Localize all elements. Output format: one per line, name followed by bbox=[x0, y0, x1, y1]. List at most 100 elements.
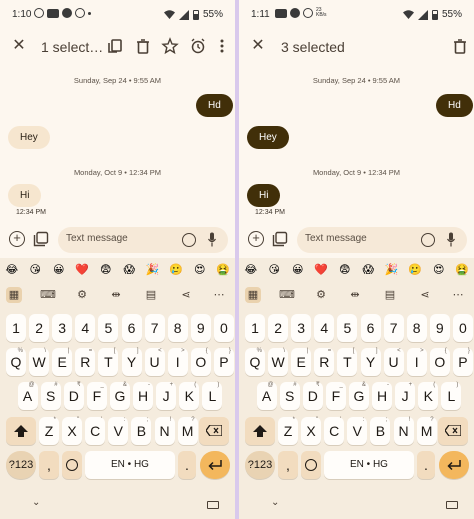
key-u[interactable]: U < bbox=[383, 348, 404, 376]
emoji-suggestion[interactable]: 😨 bbox=[336, 258, 354, 282]
key-o[interactable]: O{ bbox=[429, 348, 450, 376]
key-j[interactable]: J + bbox=[156, 382, 177, 410]
emoji-suggestion[interactable]: 🤮 bbox=[214, 258, 232, 282]
text-message-input[interactable] bbox=[305, 233, 415, 244]
hide-keyboard-chevron-icon[interactable]: ⌄ bbox=[271, 497, 279, 508]
copy-icon[interactable] bbox=[106, 37, 124, 55]
text-message-input[interactable] bbox=[66, 233, 176, 244]
key-j[interactable]: J + bbox=[395, 382, 416, 410]
keyboard-switch-icon[interactable] bbox=[446, 501, 458, 509]
cursor-move-icon[interactable]: ⇹ bbox=[108, 287, 124, 303]
message-bubble-incoming[interactable]: Hi bbox=[8, 184, 42, 207]
emoji-suggestion[interactable]: 🎉 bbox=[144, 258, 162, 282]
backspace-key[interactable] bbox=[438, 417, 468, 445]
key-p[interactable]: P} bbox=[452, 348, 473, 376]
key-v[interactable]: V: bbox=[347, 417, 368, 445]
period-key[interactable]: . bbox=[178, 451, 196, 479]
emoji-suggestion[interactable]: 😘 bbox=[265, 258, 283, 282]
key-t[interactable]: T[ bbox=[98, 348, 119, 376]
key-w[interactable]: W \ bbox=[268, 348, 289, 376]
backspace-key[interactable] bbox=[199, 417, 229, 445]
key-0[interactable]: 0 bbox=[452, 314, 473, 342]
key-b[interactable]: B; bbox=[370, 417, 391, 445]
key-r[interactable]: R = bbox=[314, 348, 335, 376]
gallery-icon[interactable] bbox=[33, 231, 49, 247]
emoji-suggestion[interactable]: 😂 bbox=[242, 258, 260, 282]
key-c[interactable]: C ' bbox=[324, 417, 345, 445]
key-u[interactable]: U < bbox=[144, 348, 165, 376]
key-n[interactable]: N! bbox=[154, 417, 175, 445]
more-options-icon[interactable] bbox=[213, 37, 231, 55]
key-z[interactable]: Z * bbox=[39, 417, 59, 445]
message-bubble-incoming-selected[interactable]: Hey bbox=[247, 126, 289, 149]
settings-gear-icon[interactable]: ⚙ bbox=[74, 287, 90, 303]
key-2[interactable]: 2 bbox=[268, 314, 289, 342]
key-d[interactable]: D ₹ bbox=[302, 382, 323, 410]
emoji-suggestion[interactable]: 🤮 bbox=[453, 258, 471, 282]
key-b[interactable]: B; bbox=[131, 417, 152, 445]
hide-keyboard-chevron-icon[interactable]: ⌄ bbox=[32, 497, 40, 508]
add-attachment-icon[interactable]: + bbox=[9, 231, 25, 247]
key-h[interactable]: H- bbox=[133, 382, 154, 410]
space-key[interactable]: EN • HG bbox=[85, 451, 175, 479]
key-s[interactable]: S # bbox=[279, 382, 300, 410]
key-m[interactable]: M? bbox=[416, 417, 437, 445]
period-key[interactable]: . bbox=[417, 451, 435, 479]
key-p[interactable]: P} bbox=[213, 348, 234, 376]
star-icon[interactable] bbox=[161, 37, 179, 55]
key-e[interactable]: E | bbox=[52, 348, 73, 376]
emoji-suggestion[interactable]: 😱 bbox=[120, 258, 138, 282]
key-l[interactable]: L) bbox=[441, 382, 462, 410]
message-bubble-outgoing[interactable]: Hd bbox=[196, 94, 233, 117]
shift-key[interactable] bbox=[245, 417, 275, 445]
key-z[interactable]: Z * bbox=[278, 417, 298, 445]
clipboard-icon[interactable]: ▤ bbox=[143, 287, 159, 303]
cursor-move-icon[interactable]: ⇹ bbox=[347, 287, 363, 303]
emoji-icon[interactable] bbox=[421, 233, 435, 247]
key-c[interactable]: C ' bbox=[85, 417, 106, 445]
key-8[interactable]: 8 bbox=[406, 314, 427, 342]
key-9[interactable]: 9 bbox=[190, 314, 211, 342]
emoji-suggestion[interactable]: ❤️ bbox=[312, 258, 330, 282]
key-m[interactable]: M? bbox=[177, 417, 198, 445]
key-k[interactable]: K( bbox=[179, 382, 200, 410]
key-n[interactable]: N! bbox=[393, 417, 414, 445]
key-x[interactable]: X " bbox=[62, 417, 83, 445]
key-s[interactable]: S # bbox=[40, 382, 61, 410]
key-1[interactable]: 1 bbox=[245, 314, 265, 342]
space-key[interactable]: EN • HG bbox=[324, 451, 414, 479]
message-bubble-incoming[interactable]: Hey bbox=[8, 126, 50, 149]
snooze-alarm-icon[interactable] bbox=[189, 37, 207, 55]
share-icon[interactable]: ⋖ bbox=[417, 287, 433, 303]
apps-grid-icon[interactable]: ▦ bbox=[245, 287, 261, 303]
settings-gear-icon[interactable]: ⚙ bbox=[313, 287, 329, 303]
key-x[interactable]: X " bbox=[301, 417, 322, 445]
key-y[interactable]: Y] bbox=[360, 348, 381, 376]
key-f[interactable]: F _ bbox=[325, 382, 346, 410]
gallery-icon[interactable] bbox=[272, 231, 288, 247]
more-icon[interactable]: ⋯ bbox=[211, 287, 227, 303]
clipboard-icon[interactable]: ▤ bbox=[382, 287, 398, 303]
key-4[interactable]: 4 bbox=[314, 314, 335, 342]
emoji-suggestion[interactable]: 😍 bbox=[430, 258, 448, 282]
symbols-key[interactable]: ?123 bbox=[6, 451, 36, 479]
emoji-suggestion[interactable]: 🥲 bbox=[406, 258, 424, 282]
key-a[interactable]: A @ bbox=[17, 382, 38, 410]
key-l[interactable]: L) bbox=[202, 382, 223, 410]
emoji-suggestion[interactable]: 🥲 bbox=[167, 258, 185, 282]
key-g[interactable]: G & bbox=[348, 382, 369, 410]
key-7[interactable]: 7 bbox=[144, 314, 165, 342]
key-h[interactable]: H- bbox=[372, 382, 393, 410]
key-y[interactable]: Y] bbox=[121, 348, 142, 376]
comma-key[interactable]: , bbox=[278, 451, 298, 479]
shift-key[interactable] bbox=[6, 417, 36, 445]
delete-icon[interactable] bbox=[451, 37, 469, 55]
message-bubble-outgoing[interactable]: Hd bbox=[436, 94, 473, 117]
text-message-field[interactable] bbox=[297, 227, 467, 253]
emoji-suggestion[interactable]: 😘 bbox=[26, 258, 44, 282]
emoji-key[interactable] bbox=[301, 451, 321, 479]
key-i[interactable]: I > bbox=[406, 348, 427, 376]
emoji-suggestion[interactable]: 😀 bbox=[50, 258, 68, 282]
keyboard-icon[interactable]: ⌨ bbox=[40, 287, 56, 303]
key-k[interactable]: K( bbox=[418, 382, 439, 410]
